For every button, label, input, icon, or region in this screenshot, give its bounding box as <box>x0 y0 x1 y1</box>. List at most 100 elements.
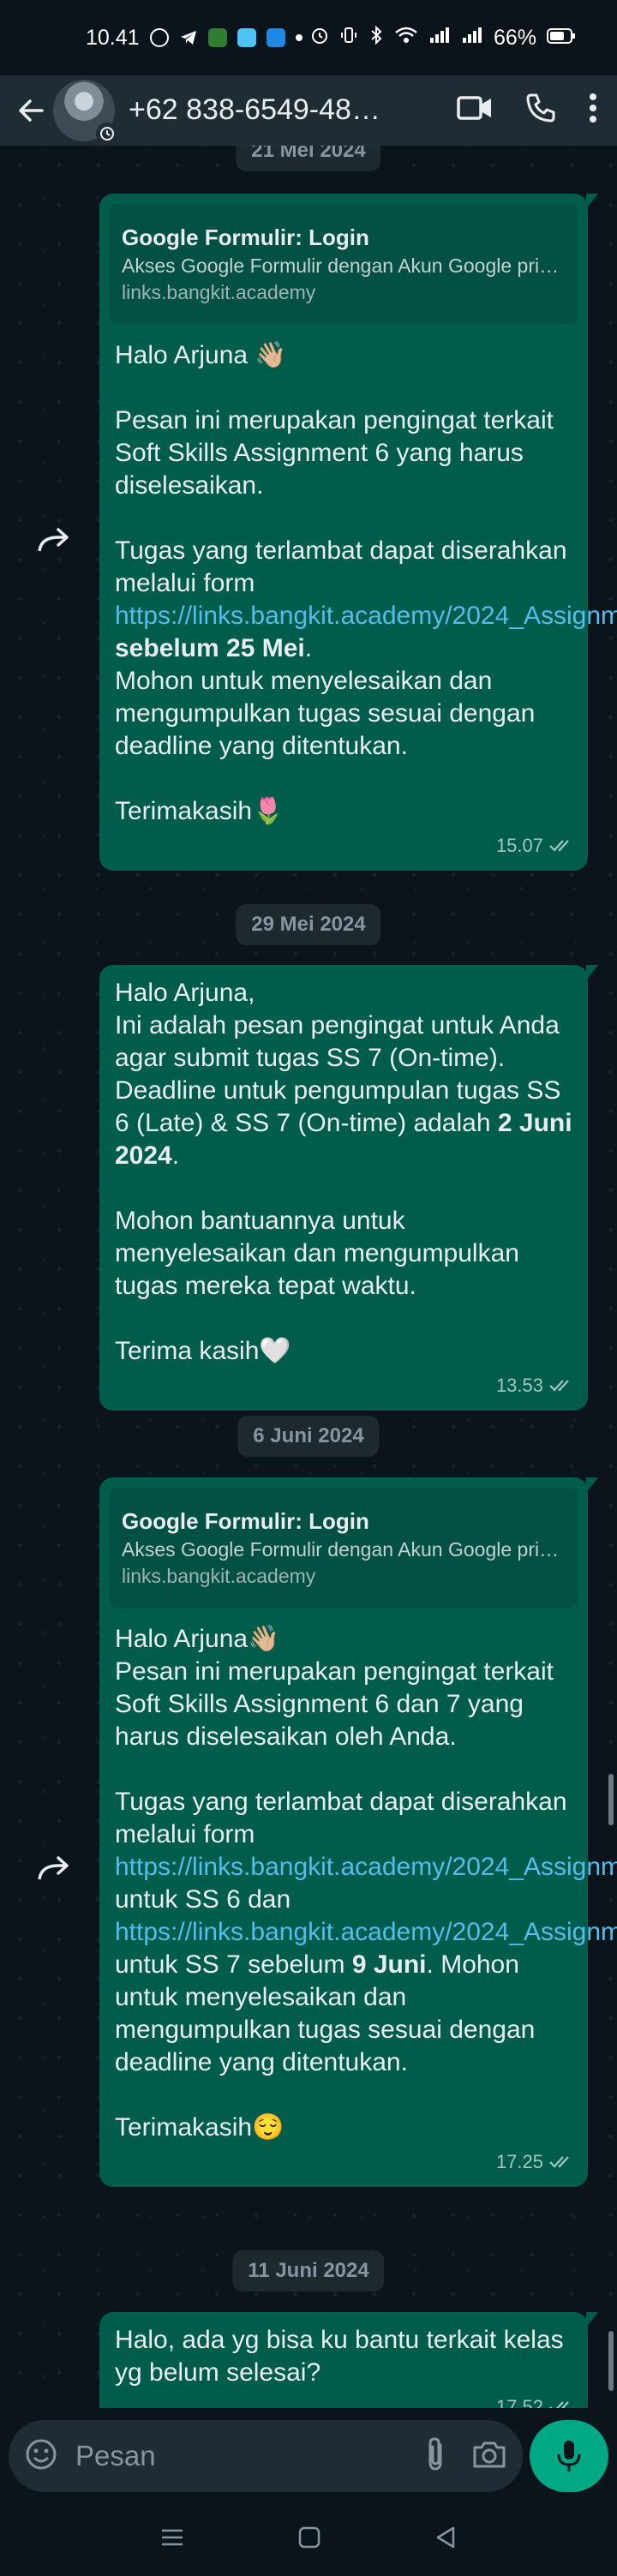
date-divider: 11 Juni 2024 <box>232 2250 385 2291</box>
recent-apps-button[interactable] <box>160 2527 184 2552</box>
clock: 10.41 <box>86 25 140 50</box>
message-paragraph: Mohon untuk menyelesaikan dan mengumpulk… <box>115 667 536 760</box>
message-meta: 17.52 <box>496 2391 574 2408</box>
battery-percent: 66% <box>493 25 536 50</box>
message-greeting: Halo Arjuna 👋🏼 <box>115 341 287 369</box>
message-paragraph: Halo Arjuna, <box>115 979 255 1007</box>
link-preview-title: Google Formulir: Login <box>122 1508 369 1534</box>
message-meta: 13.53 <box>496 1369 574 1402</box>
system-nav-bar <box>0 2502 617 2576</box>
message-text: Ini adalah pesan pengingat untuk Anda ag… <box>115 1011 561 1137</box>
status-right: 66% <box>310 25 576 51</box>
menu-icon <box>161 2529 183 2545</box>
emoji-button[interactable] <box>24 2437 58 2476</box>
vibrate-icon <box>339 26 358 51</box>
telegram-notification-icon <box>179 28 198 47</box>
message-bubble-outgoing[interactable]: Halo Arjuna, Ini adalah pesan pengingat … <box>99 965 598 1411</box>
forward-button[interactable] <box>34 519 75 560</box>
phone-icon <box>526 93 555 123</box>
link-preview-domain: links.bangkit.academy <box>122 281 316 303</box>
alarm-icon <box>310 26 329 51</box>
bluetooth-icon <box>368 25 384 51</box>
message-bold-text: sebelum 25 Mei <box>115 634 305 662</box>
system-back-button[interactable] <box>434 2525 457 2554</box>
date-divider: 21 Mei 2024 <box>236 146 381 171</box>
more-notifications-dot <box>295 34 303 41</box>
message-paragraph: Pesan ini merupakan pengingat terkait So… <box>115 406 554 500</box>
bubble-tail <box>586 1477 598 1493</box>
message-greeting: Halo Arjuna👋🏼 <box>115 1625 280 1653</box>
triangle-back-icon <box>437 2526 455 2548</box>
message-link[interactable]: https://links.bangkit.academy/2024_Assig… <box>115 1918 617 1946</box>
message-bubble-outgoing[interactable]: Google Formulir: Login Akses Google Form… <box>99 1477 617 2187</box>
double-check-icon <box>549 840 569 852</box>
back-button[interactable] <box>12 92 50 129</box>
app-notification-icon <box>237 28 256 47</box>
link-preview-description: Akses Google Formulir dengan Akun Google… <box>122 255 560 277</box>
link-preview-description: Akses Google Formulir dengan Akun Google… <box>122 1538 560 1561</box>
double-check-icon <box>549 2156 569 2168</box>
message-closing: Terimakasih🌷 <box>115 797 285 825</box>
composer: Pesan <box>0 2408 617 2502</box>
emoji-icon <box>26 2439 57 2469</box>
paperclip-icon <box>428 2436 442 2471</box>
bubble-tail <box>586 2312 598 2327</box>
message-paragraph: Halo, ada yg bisa ku bantu terkait kelas… <box>115 2326 564 2387</box>
scrollbar-thumb[interactable] <box>608 1774 614 1825</box>
home-button[interactable] <box>298 2526 320 2553</box>
message-time: 17.25 <box>495 2151 543 2172</box>
status-bar: 10.41 66% <box>0 0 617 75</box>
camera-icon <box>473 2441 506 2467</box>
message-input-container[interactable]: Pesan <box>9 2420 523 2492</box>
message-input[interactable]: Pesan <box>75 2440 425 2472</box>
message-link[interactable]: https://links.bangkit.academy/2024_Assig… <box>115 1853 617 1881</box>
video-camera-icon <box>457 96 491 120</box>
camera-button[interactable] <box>471 2439 507 2474</box>
double-check-icon <box>549 1380 569 1392</box>
message-list[interactable]: 21 Mei 2024 Google Formulir: Login Akses… <box>0 146 617 2408</box>
message-paragraph: Mohon bantuannya untuk menyelesaikan dan… <box>115 1207 519 1300</box>
attach-button[interactable] <box>425 2436 447 2477</box>
message-text: Tugas yang terlambat dapat diserahkan me… <box>115 1788 567 1848</box>
message-paragraph: Tugas yang terlambat dapat diserahkan me… <box>115 1786 617 2079</box>
date-divider: 6 Juni 2024 <box>237 1416 380 1457</box>
forward-button[interactable] <box>34 1848 75 1889</box>
status-left: 10.41 <box>86 26 303 51</box>
message-meta: 17.25 <box>496 2146 574 2178</box>
message-bubble-outgoing[interactable]: Halo, ada yg bisa ku bantu terkait kelas… <box>99 2312 598 2408</box>
contact-name[interactable]: +62 838-6549-48… <box>129 93 447 127</box>
more-options-button[interactable] <box>588 93 598 128</box>
app-notification-icon <box>266 28 285 47</box>
link-preview-domain: links.bangkit.academy <box>122 1565 316 1587</box>
message-closing: Terimakasih😌 <box>115 2113 285 2142</box>
message-text: . <box>171 1141 180 1170</box>
message-bold-text: 9 Juni <box>351 1950 427 1979</box>
bubble-tail <box>586 965 598 980</box>
chat-header: +62 838-6549-48… <box>0 75 617 146</box>
link-preview[interactable]: Google Formulir: Login Akses Google Form… <box>110 1488 578 1608</box>
signal-icon <box>428 26 451 51</box>
forward-icon <box>38 1856 69 1880</box>
signal-icon <box>461 26 483 51</box>
avatar[interactable] <box>53 79 118 145</box>
link-preview[interactable]: Google Formulir: Login Akses Google Form… <box>110 204 578 324</box>
home-square-icon <box>298 2526 320 2548</box>
voice-message-button[interactable] <box>530 2420 608 2492</box>
voice-call-button[interactable] <box>524 92 557 129</box>
message-bubble-outgoing[interactable]: Google Formulir: Login Akses Google Form… <box>99 194 617 871</box>
message-text: untuk SS 6 dan <box>115 1885 291 1914</box>
video-call-button[interactable] <box>456 93 494 127</box>
scrollbar-thumb[interactable] <box>608 2331 614 2391</box>
whatsapp-notification-icon <box>149 28 169 47</box>
message-paragraph: Ini adalah pesan pengingat untuk Anda ag… <box>115 1009 572 1172</box>
message-text: Tugas yang terlambat dapat diserahkan me… <box>115 536 567 597</box>
date-divider: 29 Mei 2024 <box>236 904 381 945</box>
message-meta: 15.07 <box>496 830 574 862</box>
message-link[interactable]: https://links.bangkit.academy/2024_Assig… <box>115 602 617 630</box>
header-actions <box>456 92 605 129</box>
wifi-icon <box>394 26 418 51</box>
message-paragraph: Pesan ini merupakan pengingat terkait So… <box>115 1657 554 1751</box>
bubble-tail <box>586 194 598 209</box>
arrow-left-icon <box>19 99 44 122</box>
message-closing: Terima kasih🤍 <box>115 1337 291 1365</box>
